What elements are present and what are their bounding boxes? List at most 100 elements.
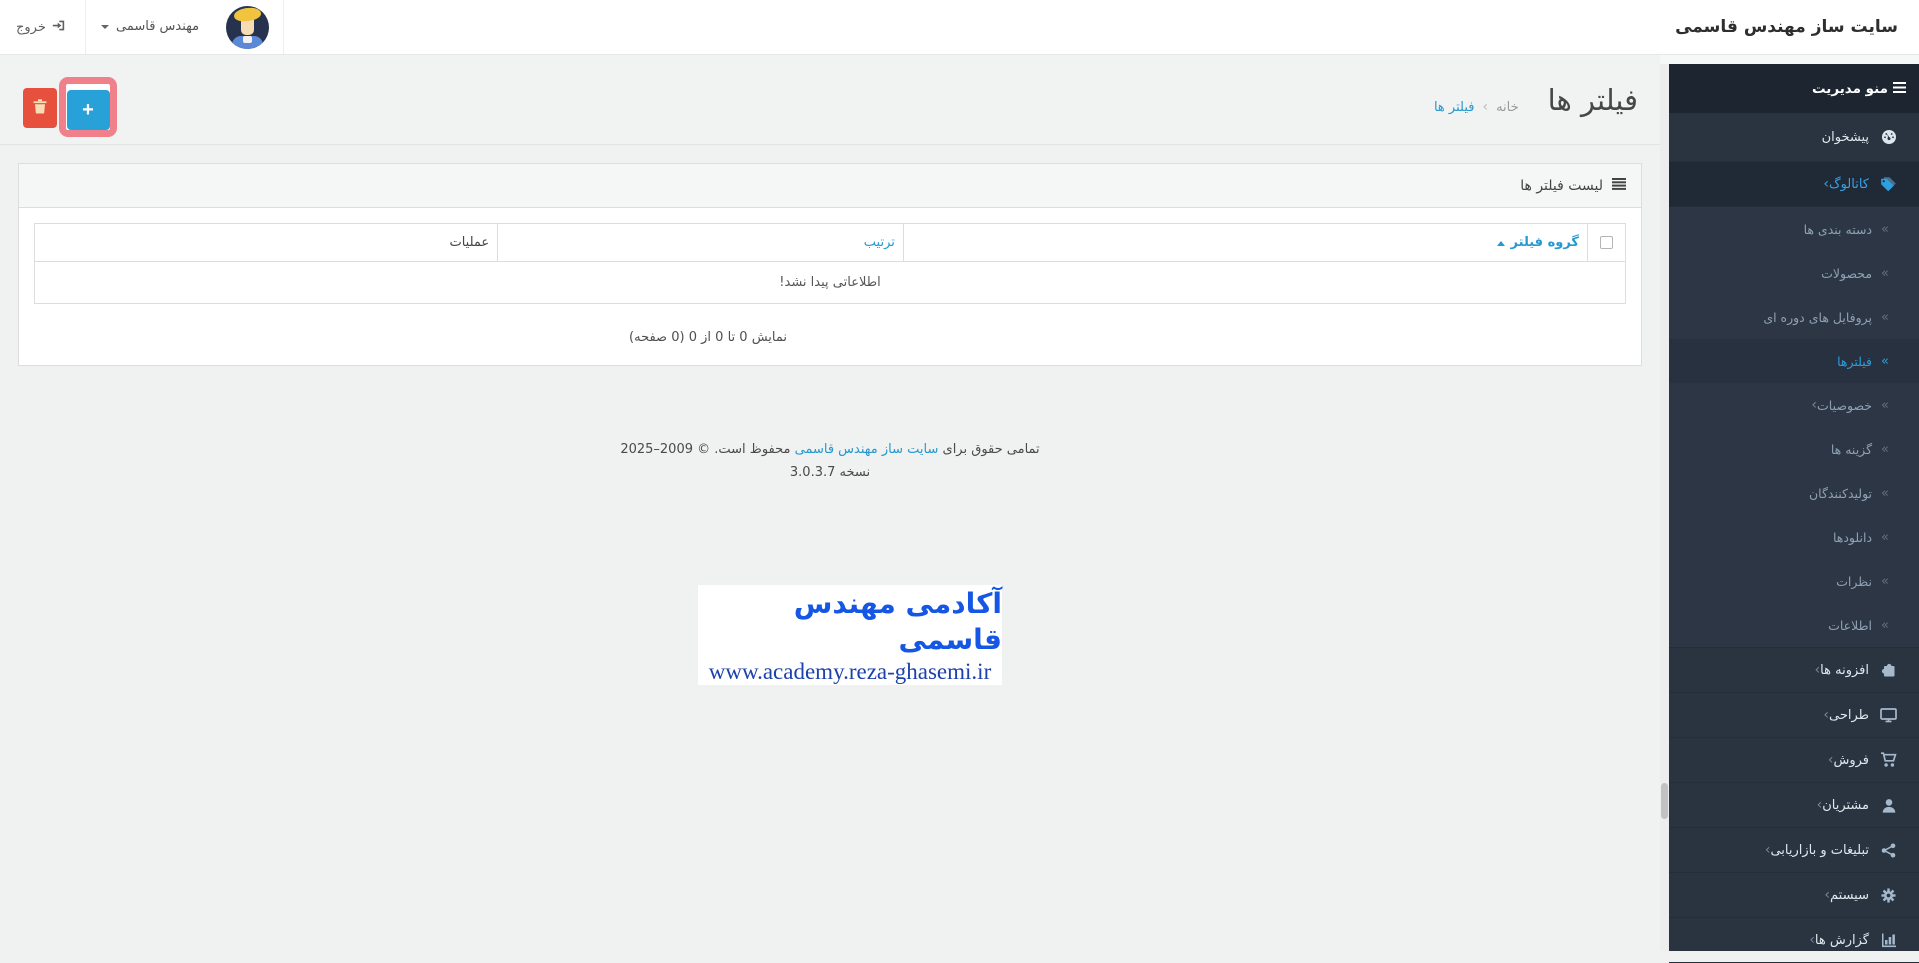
tags-icon — [1879, 176, 1898, 192]
delete-button[interactable] — [23, 88, 57, 128]
chevron-left-icon: ‹ — [1824, 887, 1830, 903]
hamburger-icon — [1893, 81, 1906, 97]
sort-link-filter-group[interactable]: گروه فیلتر — [1511, 235, 1579, 250]
sidebar: منو مدیریت پیشخوان کاتالوگ ‹ «دسته بندی ها «… — [1660, 55, 1919, 963]
sidebar-item-dashboard[interactable]: پیشخوان — [1669, 113, 1919, 162]
double-angle-icon: « — [1881, 617, 1889, 633]
sidebar-item-label: تولیدکنندگان — [1808, 485, 1873, 501]
user-menu[interactable]: مهندس قاسمی — [95, 0, 281, 54]
version-line: نسخه 3.0.3.7 — [789, 465, 871, 480]
sort-link-sort-order[interactable]: ترتیب — [864, 235, 895, 250]
column-label: عملیات — [449, 235, 490, 250]
user-icon — [1879, 798, 1898, 813]
column-header-filter-group: گروه فیلتر — [902, 223, 1589, 262]
catalog-submenu: « دسته بندی ها « محصولات « پروفایل های دوره ا… — [1669, 207, 1919, 648]
user-name: مهندس قاسمی — [116, 19, 200, 34]
sidebar-item-catalog[interactable]: کاتالوگ ‹ — [1669, 162, 1919, 207]
chart-icon — [1879, 933, 1898, 948]
sidebar-item-label: نظرات — [1836, 573, 1873, 589]
double-angle-icon: « — [1881, 221, 1889, 237]
sidebar-item-manufacturers[interactable]: « تولیدکنندگان — [1669, 471, 1919, 515]
copyright-suffix: محفوظ است. © 2009–2025 — [620, 442, 791, 457]
sidebar-item-recurring-profiles[interactable]: « پروفایل های دوره ای — [1669, 295, 1919, 339]
panel-title: لیست فیلتر ها — [1520, 177, 1603, 194]
sidebar-item-label: گزینه ها — [1830, 441, 1873, 457]
sidebar-item-design[interactable]: طراحی ‹ — [1669, 693, 1919, 738]
logout-button[interactable]: خروج — [16, 0, 65, 54]
sidebar-item-label: فروش — [1833, 752, 1869, 768]
cart-icon — [1879, 752, 1898, 768]
chevron-left-icon: ‹ — [1827, 752, 1834, 768]
filters-panel: لیست فیلتر ها گروه فیلتر ترتیب عملیات اط… — [18, 163, 1642, 366]
share-icon — [1879, 843, 1898, 858]
sidebar-item-label: مشتریان — [1822, 797, 1869, 813]
main-content: + فیلتر ها خانه ‹ فیلتر ها لیست فیلتر ها — [0, 55, 1660, 951]
double-angle-icon: « — [1881, 265, 1889, 281]
watermark-url: www.academy.reza-ghasemi.ir — [708, 658, 992, 684]
sidebar-item-label: کاتالوگ — [1828, 176, 1869, 192]
chevron-left-icon: ‹ — [1823, 176, 1829, 192]
sidebar-item-categories[interactable]: « دسته بندی ها — [1669, 207, 1919, 251]
chevron-left-icon: ‹ — [1823, 707, 1829, 723]
copyright-link[interactable]: سایت ساز مهندس قاسمی — [795, 442, 939, 457]
sidebar-item-information[interactable]: « اطلاعات — [1669, 603, 1919, 647]
sidebar-item-customers[interactable]: مشتریان ‹ — [1669, 783, 1919, 828]
sidebar-item-filters[interactable]: « فیلترها — [1669, 339, 1919, 383]
sidebar-item-downloads[interactable]: « دانلودها — [1669, 515, 1919, 559]
double-angle-icon: « — [1881, 353, 1889, 369]
panel-body: گروه فیلتر ترتیب عملیات اطلاعاتی پیدا نشد!… — [19, 208, 1641, 365]
sidebar-item-extensions[interactable]: افزونه ها ‹ — [1669, 648, 1919, 693]
select-all-checkbox[interactable] — [1600, 236, 1613, 249]
sidebar-menu: پیشخوان کاتالوگ ‹ «دسته بندی ها «محصولات «پرو… — [1669, 113, 1919, 963]
sidebar-top-strip — [1660, 55, 1919, 64]
sidebar-item-marketing[interactable]: تبلیغات و بازاریابی ‹ — [1669, 828, 1919, 873]
sidebar-scrollbar-thumb[interactable] — [1661, 783, 1668, 819]
add-button[interactable]: + — [66, 90, 110, 130]
navbar-divider — [85, 0, 86, 54]
sidebar-item-label: سیستم — [1830, 887, 1869, 903]
monitor-icon — [1879, 707, 1898, 723]
sidebar-item-sales[interactable]: فروش ‹ — [1669, 738, 1919, 783]
double-angle-icon: « — [1881, 573, 1889, 589]
copyright-line: تمامی حقوق برای سایت ساز مهندس قاسمی محف… — [18, 438, 1642, 461]
double-angle-icon: « — [1881, 485, 1889, 501]
sidebar-item-attributes[interactable]: « خصوصیات ‹ — [1669, 383, 1919, 427]
sidebar-item-label: اطلاعات — [1828, 617, 1873, 633]
sidebar-item-reports[interactable]: گزارش ها ‹ — [1669, 918, 1919, 963]
user-avatar — [226, 6, 269, 49]
filters-table: گروه فیلتر ترتیب عملیات اطلاعاتی پیدا نشد! — [33, 223, 1626, 304]
chevron-left-icon: ‹ — [1816, 797, 1823, 813]
sidebar-item-options[interactable]: « گزینه ها — [1669, 427, 1919, 471]
watermark: آکادمی مهندس قاسمی www.academy.reza-ghas… — [698, 585, 1002, 685]
sidebar-item-label: دانلودها — [1832, 529, 1873, 545]
sidebar-item-products[interactable]: « محصولات — [1669, 251, 1919, 295]
sidebar-item-label: گزارش ها — [1814, 932, 1869, 948]
logout-label: خروج — [16, 19, 46, 35]
double-angle-icon: « — [1881, 529, 1889, 545]
table-empty-row: اطلاعاتی پیدا نشد! — [34, 261, 1626, 304]
empty-message: اطلاعاتی پیدا نشد! — [34, 261, 1626, 304]
sidebar-item-label: طراحی — [1828, 707, 1869, 723]
breadcrumb-home-link[interactable]: خانه — [1496, 100, 1519, 115]
sidebar-menu-header: منو مدیریت — [1669, 64, 1919, 113]
sidebar-item-reviews[interactable]: « نظرات — [1669, 559, 1919, 603]
sidebar-item-label: پروفایل های دوره ای — [1763, 309, 1873, 325]
sidebar-item-label: خصوصیات — [1817, 397, 1873, 413]
double-angle-icon: « — [1881, 309, 1889, 325]
footer: تمامی حقوق برای سایت ساز مهندس قاسمی محف… — [18, 438, 1642, 484]
panel-heading: لیست فیلتر ها — [19, 164, 1641, 208]
results-summary: نمایش 0 تا 0 از 0 (0 صفحه) — [629, 330, 787, 345]
sidebar-item-system[interactable]: سیستم ‹ — [1669, 873, 1919, 918]
chevron-down-icon — [101, 25, 109, 29]
sort-asc-icon — [1496, 241, 1505, 246]
top-navbar: سایت ساز مهندس قاسمی خروج مهندس قاسمی — [0, 0, 1919, 55]
title-row: فیلتر ها خانه ‹ فیلتر ها — [1434, 55, 1638, 145]
copyright-prefix: تمامی حقوق برای — [942, 442, 1040, 457]
navbar-divider — [283, 0, 284, 54]
breadcrumb-current-link[interactable]: فیلتر ها — [1434, 100, 1475, 115]
sidebar-menu-header-label: منو مدیریت — [1811, 80, 1888, 97]
trash-icon — [33, 99, 47, 117]
puzzle-icon — [1879, 663, 1898, 678]
sidebar-item-label: دسته بندی ها — [1803, 221, 1873, 237]
sidebar-item-label: تبلیغات و بازاریابی — [1770, 842, 1869, 858]
